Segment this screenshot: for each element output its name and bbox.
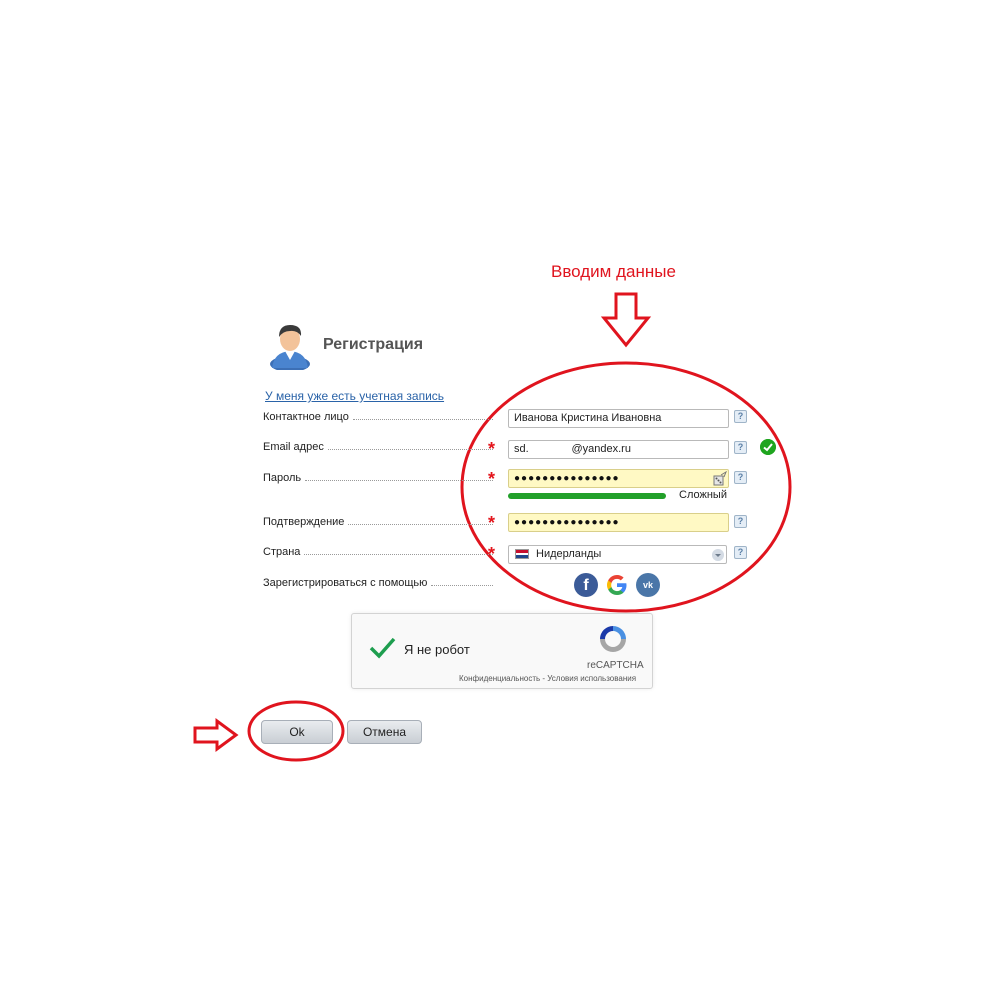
- netherlands-flag-icon: [515, 549, 529, 559]
- password-strength-bar: [508, 493, 666, 499]
- contact-help-icon[interactable]: ?: [734, 410, 747, 423]
- ok-button[interactable]: Ok: [261, 720, 333, 744]
- password-generator-icon[interactable]: [713, 471, 727, 486]
- down-arrow-icon: [600, 292, 652, 348]
- user-avatar-icon: [270, 325, 310, 370]
- confirm-help-icon[interactable]: ?: [734, 515, 747, 528]
- captcha-label: Я не робот: [404, 642, 470, 657]
- email-required-mark: *: [488, 439, 496, 459]
- confirm-label: Подтверждение: [263, 516, 493, 528]
- password-strength-label: Сложный: [679, 489, 727, 501]
- recaptcha-logo-icon: [600, 626, 626, 652]
- email-valid-icon: [760, 439, 776, 455]
- right-arrow-icon: [193, 718, 239, 752]
- captcha-brand: reCAPTCHA: [587, 660, 644, 671]
- password-input[interactable]: ●●●●●●●●●●●●●●●: [508, 469, 729, 488]
- email-label: Email адрес: [263, 441, 493, 453]
- password-required-mark: *: [488, 469, 496, 489]
- confirm-masked-value: ●●●●●●●●●●●●●●●: [514, 517, 620, 528]
- password-help-icon[interactable]: ?: [734, 471, 747, 484]
- chevron-down-icon[interactable]: [712, 549, 724, 561]
- facebook-icon[interactable]: f: [574, 573, 598, 597]
- confirm-password-input[interactable]: ●●●●●●●●●●●●●●●: [508, 513, 729, 532]
- confirm-required-mark: *: [488, 513, 496, 533]
- vk-icon[interactable]: vk: [636, 573, 660, 597]
- password-masked-value: ●●●●●●●●●●●●●●●: [514, 473, 620, 484]
- password-label: Пароль: [263, 472, 493, 484]
- annotation-text: Вводим данные: [551, 262, 676, 281]
- existing-account-link[interactable]: У меня уже есть учетная запись: [265, 389, 444, 403]
- cancel-button[interactable]: Отмена: [347, 720, 422, 744]
- social-label: Зарегистрироваться с помощью: [263, 577, 493, 589]
- google-icon[interactable]: [605, 573, 629, 597]
- email-input[interactable]: sd. @yandex.ru: [508, 440, 729, 459]
- country-select[interactable]: Нидерланды: [508, 545, 727, 564]
- contact-input[interactable]: Иванова Кристина Ивановна: [508, 409, 729, 428]
- annotation-overlay: [193, 292, 792, 762]
- country-label: Страна: [263, 546, 493, 558]
- captcha-links[interactable]: Конфиденциальность - Условия использован…: [459, 674, 636, 683]
- page-title: Регистрация: [323, 336, 424, 353]
- contact-label: Контактное лицо: [263, 411, 493, 423]
- country-required-mark: *: [488, 544, 496, 564]
- country-help-icon[interactable]: ?: [734, 546, 747, 559]
- email-help-icon[interactable]: ?: [734, 441, 747, 454]
- captcha-checkmark-icon[interactable]: [368, 636, 396, 660]
